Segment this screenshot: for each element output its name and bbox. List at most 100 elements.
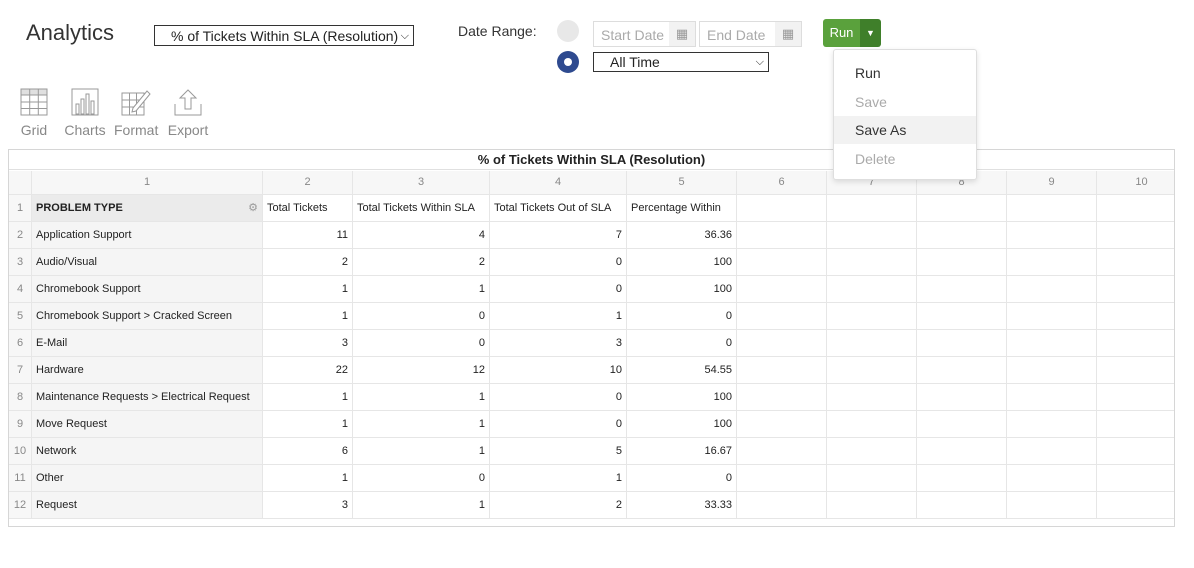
within-sla-cell[interactable]: 1 xyxy=(353,438,490,465)
empty-cell xyxy=(1007,249,1097,276)
total-tickets-header[interactable]: Total Tickets xyxy=(263,195,353,222)
percentage-within-cell[interactable]: 0 xyxy=(627,330,737,357)
problem-type-cell[interactable]: Network xyxy=(32,438,263,465)
time-period-select[interactable]: All Time ⌵ xyxy=(593,52,769,72)
within-sla-cell[interactable]: 1 xyxy=(353,276,490,303)
problem-type-cell[interactable]: Hardware xyxy=(32,357,263,384)
percentage-within-cell[interactable]: 100 xyxy=(627,276,737,303)
percentage-within-cell[interactable]: 54.55 xyxy=(627,357,737,384)
format-tool-button[interactable]: Format xyxy=(114,88,158,138)
total-tickets-cell[interactable]: 1 xyxy=(263,411,353,438)
out-of-sla-cell[interactable]: 3 xyxy=(490,330,627,357)
empty-cell xyxy=(917,195,1007,222)
grid-tool-button[interactable]: Grid xyxy=(17,88,51,138)
total-tickets-cell[interactable]: 2 xyxy=(263,249,353,276)
within-sla-cell[interactable]: 0 xyxy=(353,303,490,330)
end-date-input[interactable]: End Date ▦ xyxy=(699,21,802,47)
out-of-sla-cell[interactable]: 1 xyxy=(490,465,627,492)
within-sla-header[interactable]: Total Tickets Within SLA xyxy=(353,195,490,222)
problem-type-cell[interactable]: Request xyxy=(32,492,263,519)
problem-type-cell[interactable]: Chromebook Support xyxy=(32,276,263,303)
start-date-input[interactable]: Start Date ▦ xyxy=(593,21,696,47)
out-of-sla-header[interactable]: Total Tickets Out of SLA xyxy=(490,195,627,222)
total-tickets-cell[interactable]: 3 xyxy=(263,492,353,519)
row-number: 3 xyxy=(9,249,32,276)
empty-cell xyxy=(1097,492,1174,519)
calendar-icon[interactable]: ▦ xyxy=(775,22,801,46)
within-sla-cell[interactable]: 2 xyxy=(353,249,490,276)
percentage-within-cell[interactable]: 36.36 xyxy=(627,222,737,249)
percentage-within-cell[interactable]: 100 xyxy=(627,384,737,411)
out-of-sla-cell[interactable]: 2 xyxy=(490,492,627,519)
problem-type-cell[interactable]: Chromebook Support > Cracked Screen xyxy=(32,303,263,330)
problem-type-cell[interactable]: Audio/Visual xyxy=(32,249,263,276)
total-tickets-cell[interactable]: 1 xyxy=(263,384,353,411)
run-options-toggle[interactable]: ▼ xyxy=(860,19,881,47)
out-of-sla-cell[interactable]: 10 xyxy=(490,357,627,384)
out-of-sla-cell[interactable]: 7 xyxy=(490,222,627,249)
column-number: 10 xyxy=(1097,171,1174,195)
out-of-sla-cell[interactable]: 1 xyxy=(490,303,627,330)
out-of-sla-cell[interactable]: 0 xyxy=(490,384,627,411)
within-sla-cell[interactable]: 4 xyxy=(353,222,490,249)
percentage-within-cell[interactable]: 100 xyxy=(627,411,737,438)
problem-type-cell[interactable]: Maintenance Requests > Electrical Reques… xyxy=(32,384,263,411)
percentage-within-cell[interactable]: 33.33 xyxy=(627,492,737,519)
menu-item-run[interactable]: Run xyxy=(834,59,976,87)
table-row: 8 Maintenance Requests > Electrical Reque… xyxy=(9,384,1174,411)
table-row: 7 Hardware 22 12 10 54.55 xyxy=(9,357,1174,384)
run-button[interactable]: Run xyxy=(823,19,860,47)
total-tickets-cell[interactable]: 22 xyxy=(263,357,353,384)
percentage-within-header[interactable]: Percentage Within xyxy=(627,195,737,222)
row-number: 6 xyxy=(9,330,32,357)
within-sla-cell[interactable]: 1 xyxy=(353,384,490,411)
out-of-sla-cell[interactable]: 5 xyxy=(490,438,627,465)
problem-type-header-label: PROBLEM TYPE xyxy=(36,202,123,214)
out-of-sla-cell[interactable]: 0 xyxy=(490,411,627,438)
problem-type-header[interactable]: PROBLEM TYPE ⚙ xyxy=(32,195,263,222)
percentage-within-cell[interactable]: 0 xyxy=(627,303,737,330)
menu-item-delete: Delete xyxy=(855,151,896,167)
charts-tool-button[interactable]: Charts xyxy=(64,88,106,138)
row-number: 8 xyxy=(9,384,32,411)
calendar-icon[interactable]: ▦ xyxy=(669,22,695,46)
gear-icon[interactable]: ⚙ xyxy=(248,195,258,221)
within-sla-cell[interactable]: 0 xyxy=(353,465,490,492)
within-sla-cell[interactable]: 1 xyxy=(353,492,490,519)
report-select[interactable]: % of Tickets Within SLA (Resolution) ⌵ xyxy=(154,25,414,46)
export-tool-button[interactable]: Export xyxy=(167,88,209,138)
empty-cell xyxy=(1007,357,1097,384)
empty-cell xyxy=(827,438,917,465)
total-tickets-cell[interactable]: 6 xyxy=(263,438,353,465)
problem-type-cell[interactable]: Move Request xyxy=(32,411,263,438)
total-tickets-cell[interactable]: 1 xyxy=(263,303,353,330)
out-of-sla-cell[interactable]: 0 xyxy=(490,249,627,276)
within-sla-cell[interactable]: 0 xyxy=(353,330,490,357)
out-of-sla-cell[interactable]: 0 xyxy=(490,276,627,303)
total-tickets-cell[interactable]: 1 xyxy=(263,276,353,303)
empty-cell xyxy=(1097,276,1174,303)
empty-cell xyxy=(917,465,1007,492)
empty-cell xyxy=(1097,222,1174,249)
percentage-within-cell[interactable]: 100 xyxy=(627,249,737,276)
menu-item-save-as[interactable]: Save As xyxy=(834,116,976,144)
problem-type-cell[interactable]: E-Mail xyxy=(32,330,263,357)
row-number: 2 xyxy=(9,222,32,249)
empty-cell xyxy=(1007,330,1097,357)
within-sla-cell[interactable]: 1 xyxy=(353,411,490,438)
percentage-within-cell[interactable]: 0 xyxy=(627,465,737,492)
preset-range-radio[interactable] xyxy=(557,51,579,73)
problem-type-cell[interactable]: Application Support xyxy=(32,222,263,249)
empty-cell xyxy=(917,249,1007,276)
within-sla-cell[interactable]: 12 xyxy=(353,357,490,384)
total-tickets-cell[interactable]: 11 xyxy=(263,222,353,249)
problem-type-cell[interactable]: Other xyxy=(32,465,263,492)
total-tickets-cell[interactable]: 3 xyxy=(263,330,353,357)
total-tickets-cell[interactable]: 1 xyxy=(263,465,353,492)
custom-range-radio[interactable] xyxy=(557,20,579,42)
empty-cell xyxy=(737,357,827,384)
row-number: 4 xyxy=(9,276,32,303)
percentage-within-cell[interactable]: 16.67 xyxy=(627,438,737,465)
empty-cell xyxy=(1007,222,1097,249)
row-number: 9 xyxy=(9,411,32,438)
